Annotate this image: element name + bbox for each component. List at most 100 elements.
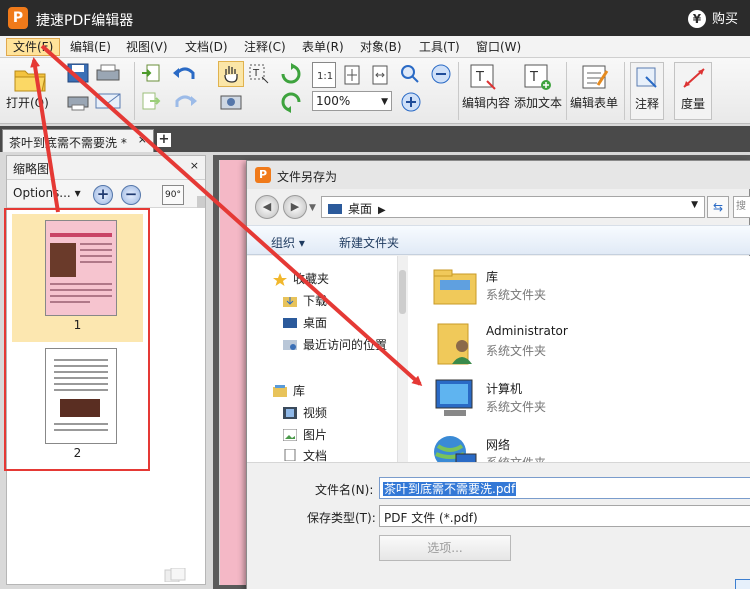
nav-pictures[interactable]: 图片 [282,426,327,443]
refresh-icon[interactable]: ⇆ [707,196,729,218]
chevron-right-icon[interactable]: ▶ [378,205,386,216]
nav-item-label: 收藏夹 [293,272,330,286]
filetype-select[interactable]: PDF 文件 (*.pdf) [379,505,750,527]
recent-pages-chevron-icon[interactable]: ▼ [309,203,316,213]
menu-form[interactable]: 表单(R) [296,38,350,56]
toolbar-separator [458,62,459,120]
add-text-icon[interactable]: T [522,62,554,92]
zoom-out-icon[interactable] [428,62,454,86]
search-box[interactable]: 搜 [733,196,750,218]
add-text-label[interactable]: 添加文本 [514,94,562,111]
close-icon[interactable]: × [138,133,147,146]
panel-header: 缩略图 × [7,156,205,180]
edit-content-label[interactable]: 编辑内容 [462,94,510,111]
panel-scrollbar[interactable] [197,196,205,208]
zoom-in-icon[interactable]: + [93,185,113,205]
address-bar[interactable]: 桌面 ▶ ▼ [321,196,705,218]
menu-document[interactable]: 文档(D) [179,38,234,56]
save-button-edge[interactable] [735,579,750,589]
app-title: 捷速PDF编辑器 [36,13,134,29]
email-icon[interactable] [94,90,122,112]
dialog-title: 文件另存为 [277,170,338,184]
scrollbar-thumb[interactable] [399,270,406,314]
import-icon[interactable] [140,62,162,84]
printer-icon[interactable] [66,90,90,112]
save-icon[interactable] [66,62,90,84]
fit-page-icon[interactable] [340,62,364,88]
undo-icon[interactable] [170,62,204,84]
open-folder-icon[interactable] [10,62,50,96]
print-icon[interactable] [94,62,124,84]
file-item[interactable]: 网络 系统文件夹 [428,430,748,462]
menu-comment[interactable]: 注释(C) [238,38,292,56]
menu-edit[interactable]: 编辑(E) [64,38,117,56]
edit-form-label[interactable]: 编辑表单 [570,94,618,111]
buy-button[interactable]: ¥ 购买 [687,8,738,28]
user-folder-icon [432,320,478,366]
hand-tool-icon[interactable] [218,61,244,87]
thumbnail-item[interactable]: 1 [12,214,143,342]
filetype-label: 保存类型(T): [307,511,376,525]
menu-tools[interactable]: 工具(T) [413,38,466,56]
export-icon[interactable] [140,90,162,112]
rotate-cw-icon[interactable] [278,62,304,86]
thumbnail-item[interactable]: 2 [12,342,143,470]
select-text-icon[interactable]: T [246,61,272,87]
nav-item-label: 库 [293,384,306,398]
file-type: 系统文件夹 [486,344,547,358]
back-arrow-icon[interactable]: ◀ [255,195,279,219]
file-item[interactable]: Administrator 系统文件夹 [428,318,748,370]
add-tab-icon[interactable]: + [157,133,171,147]
rotate-page-button[interactable]: 90° [162,185,184,205]
edit-content-icon[interactable]: T [468,62,500,92]
open-label[interactable]: 打开(O) [6,94,49,111]
document-tab-label: 茶叶到底需不需要洗 * [9,136,127,150]
snapshot-icon[interactable] [218,90,244,112]
file-item[interactable]: 计算机 系统文件夹 [428,374,748,426]
file-item[interactable]: 库 系统文件夹 [428,262,748,314]
fit-width-icon[interactable] [368,62,392,88]
filename-input[interactable]: 茶叶到底需不需要洗.pdf [379,477,750,499]
redo-icon[interactable] [170,90,204,112]
document-tab[interactable]: 茶叶到底需不需要洗 * × [2,129,154,152]
close-icon[interactable]: × [190,159,199,172]
file-type: 系统文件夹 [486,400,547,414]
toolbar-separator [624,62,625,120]
zoom-combobox[interactable]: 100% ▼ [312,91,392,111]
rotate-ccw-icon[interactable] [278,90,304,114]
thumbnail-panel: 缩略图 × Options... ▾ + − 90° 1 2 [6,155,206,585]
zoom-out-icon[interactable]: − [121,185,141,205]
actual-size-icon[interactable]: 1:1 [312,62,336,88]
menu-view[interactable]: 视图(V) [120,38,174,56]
chevron-down-icon[interactable]: ▼ [691,200,698,210]
filetype-value: PDF 文件 (*.pdf) [384,511,478,525]
options-button[interactable]: 选项... [379,535,511,561]
nav-downloads[interactable]: 下载 [283,292,327,309]
chevron-down-icon[interactable]: ▼ [381,93,388,111]
edit-form-icon[interactable] [578,62,612,92]
options-dropdown[interactable]: Options... ▾ [13,186,81,200]
nav-documents[interactable]: 文档 [283,448,327,462]
marquee-zoom-icon[interactable] [398,62,424,86]
menu-file[interactable]: 文件(F) [6,38,61,56]
menu-object[interactable]: 对象(B) [354,38,408,56]
nav-libraries[interactable]: 库 [273,382,305,399]
filename-value: 茶叶到底需不需要洗.pdf [383,482,517,496]
filename-label: 文件名(N): [315,483,374,497]
file-name: 计算机 [486,382,523,396]
nav-videos[interactable]: 视频 [283,404,327,421]
organize-button[interactable]: 组织 ▾ [271,234,305,251]
nav-desktop[interactable]: 桌面 [283,314,327,331]
annotate-button[interactable]: 注释 [630,62,664,120]
nav-recent-places[interactable]: 最近访问的位置 [283,336,387,353]
nav-favorites[interactable]: 收藏夹 [273,270,329,287]
measure-label: 度量 [681,97,706,111]
page-thumbnail[interactable] [45,348,117,444]
nav-scrollbar[interactable] [397,256,407,462]
zoom-in-icon[interactable] [398,90,424,114]
forward-arrow-icon[interactable]: ▶ [283,195,307,219]
page-thumbnail[interactable] [45,220,117,316]
menu-window[interactable]: 窗口(W) [470,38,527,56]
new-folder-button[interactable]: 新建文件夹 [339,234,399,251]
measure-button[interactable]: 度量 [674,62,712,120]
